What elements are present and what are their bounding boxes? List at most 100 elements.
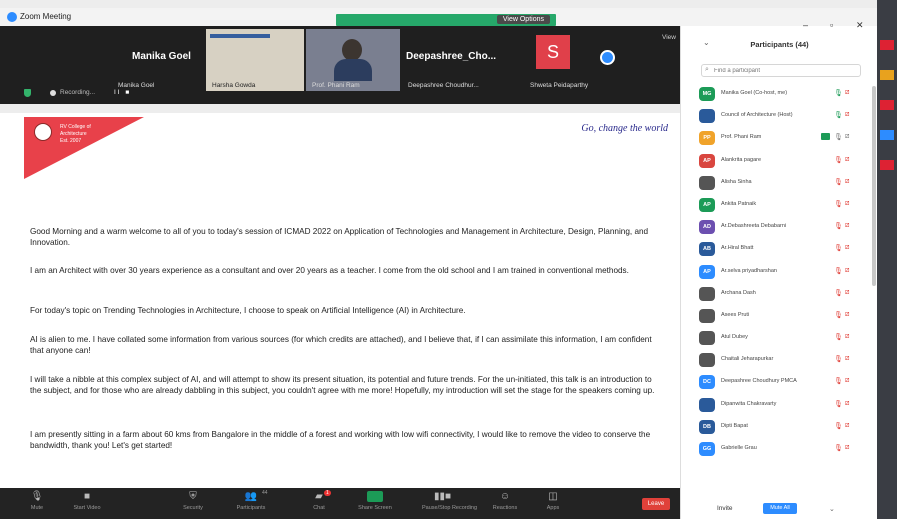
video-tile[interactable]: Deepashree_Cho... Deepashree Choudhur...	[402, 29, 522, 91]
sharing-bar: View Options	[336, 14, 556, 26]
muted-mic-icon: 🎙	[834, 400, 843, 408]
mute-all-button[interactable]: Mute All	[763, 503, 797, 514]
avatar	[699, 308, 715, 323]
video-off-icon: ⧄	[845, 399, 850, 407]
participant-row[interactable]: AP Ankita Patnaik 🎙 ⧄	[695, 195, 863, 217]
participant-name: Dipanwita Chakravarty	[721, 400, 777, 407]
avatar: GG	[699, 442, 715, 456]
more-options-chevron-icon[interactable]: ⌄	[829, 505, 835, 513]
participant-video-body	[334, 59, 372, 81]
video-off-icon: ⧄	[845, 155, 850, 163]
participant-search[interactable]: ⌕	[701, 64, 861, 77]
minimize-icon[interactable]: –	[803, 20, 808, 30]
participant-row[interactable]: Atul Dubey 🎙 ⧄	[695, 328, 863, 350]
share-screen-button[interactable]: Share Screen	[356, 491, 394, 511]
participant-row[interactable]: AB Ar.Hiral Bhatt 🎙 ⧄	[695, 239, 863, 261]
recording-controls[interactable]: II ■	[114, 89, 131, 96]
mute-button[interactable]: 🎙 Mute	[18, 491, 56, 511]
leave-button[interactable]: Leave	[642, 498, 670, 510]
participant-name: Dipti Bapat	[721, 422, 748, 429]
pause-stop-icon: ▮▮■	[434, 491, 452, 502]
muted-mic-icon: 🎙	[834, 356, 843, 364]
pause-recording-button[interactable]: ▮▮■ Pause/Stop Recording	[422, 491, 477, 511]
slide-paragraph: Good Morning and a warm welcome to all o…	[30, 227, 649, 247]
participant-row[interactable]: GG Gabrielle Grau 🎙 ⧄	[695, 439, 863, 461]
participant-row[interactable]: Council of Architecture (Host) 🎙 ⧄	[695, 106, 863, 128]
participant-row[interactable]: DB Dipti Bapat 🎙 ⧄	[695, 417, 863, 439]
taskbar-app-icon[interactable]	[880, 130, 894, 140]
participants-list: MG Manika Goel (Co-host, me) 🎙 ⧄ Council of …	[695, 84, 863, 461]
taskbar-app-icon[interactable]	[880, 40, 894, 50]
muted-mic-icon: 🎙	[834, 445, 843, 452]
participant-row[interactable]: AD Ar.Debashreeta Debabarni 🎙 ⧄	[695, 217, 863, 239]
invite-button[interactable]: Invite	[717, 505, 733, 512]
participant-row[interactable]: Asees Pruti 🎙 ⧄	[695, 306, 863, 328]
avatar: AD	[699, 220, 715, 235]
video-tile[interactable]: Harsha Gowda	[206, 29, 304, 91]
video-tile[interactable]: Prof. Phani Ram	[306, 29, 400, 91]
muted-mic-icon: 🎙	[834, 267, 843, 275]
recording-indicator: Recording... II ■	[0, 86, 160, 100]
shield-icon[interactable]	[24, 89, 31, 97]
video-off-icon: ⧄	[845, 177, 850, 185]
start-video-button[interactable]: ■ Start Video	[68, 491, 106, 511]
muted-mic-icon: 🎙	[834, 90, 843, 97]
avatar	[699, 175, 715, 190]
search-icon: ⌕	[705, 66, 709, 73]
reactions-button[interactable]: ☺ Reactions	[486, 491, 524, 511]
muted-mic-icon: 🎙	[834, 178, 843, 186]
apps-icon: ◫	[548, 491, 558, 502]
participant-row[interactable]: Dipanwita Chakravarty 🎙 ⧄	[695, 395, 863, 417]
video-off-icon: ⧄	[845, 355, 850, 363]
video-off-icon: ⧄	[845, 421, 850, 429]
video-off-icon: ⧄	[845, 244, 850, 252]
participant-name: Alankrita pagare	[721, 156, 762, 163]
participant-row[interactable]: DC Deepashree Choudhury PMCA 🎙 ⧄	[695, 372, 863, 394]
muted-mic-icon: 🎙	[834, 112, 843, 120]
participants-button[interactable]: 👥 44 Participants	[232, 490, 270, 511]
muted-mic-icon: 🎙	[834, 223, 843, 231]
next-page-icon[interactable]	[600, 50, 615, 65]
apps-button[interactable]: ◫ Apps	[534, 491, 572, 511]
video-off-icon: ⧄	[845, 333, 850, 341]
participants-scrollbar[interactable]	[872, 86, 876, 286]
taskbar-app-icon[interactable]	[880, 70, 894, 80]
video-tile[interactable]: S Shweta Peidaparthy	[524, 29, 596, 91]
participant-row[interactable]: Alisha Sinha 🎙 ⧄	[695, 173, 863, 195]
close-icon[interactable]: ✕	[856, 20, 864, 31]
video-off-icon: ⧄	[845, 89, 850, 96]
participant-name: Ar.Debashreeta Debabarni	[721, 223, 787, 230]
muted-mic-icon: 🎙	[834, 156, 843, 164]
share-screen-icon	[367, 491, 383, 502]
video-off-icon: ⧄	[845, 199, 850, 207]
participant-name: Shweta Peidaparthy	[530, 82, 589, 89]
recording-dot-icon	[50, 90, 56, 96]
maximize-icon[interactable]: ▫	[830, 20, 833, 30]
avatar: PP	[699, 131, 715, 146]
muted-mic-icon: 🎙	[834, 378, 843, 386]
participant-row[interactable]: AP Ar.selva priyadharshan 🎙 ⧄	[695, 262, 863, 284]
view-options-button[interactable]: View Options	[496, 15, 550, 24]
taskbar-app-icon[interactable]	[880, 160, 894, 170]
slide-paragraph: For today's topic on Trending Technologi…	[30, 306, 466, 315]
chat-button[interactable]: ▰ 1 Chat	[300, 490, 338, 511]
participant-name: Harsha Gowda	[212, 82, 256, 89]
participant-name: Gabrielle Grau	[721, 445, 757, 451]
search-input[interactable]	[714, 66, 854, 75]
participant-row[interactable]: PP Prof. Phani Ram 🎙 ⧄	[695, 128, 863, 150]
view-button[interactable]: View	[662, 34, 676, 41]
security-button[interactable]: ⛨ Security	[174, 491, 212, 511]
avatar: DB	[699, 419, 715, 434]
participant-row[interactable]: Archana Dash 🎙 ⧄	[695, 284, 863, 306]
taskbar-app-icon[interactable]	[880, 100, 894, 110]
muted-mic-icon: 🎙	[834, 289, 843, 297]
participant-row[interactable]: Chaitali Jeharapurkar 🎙 ⧄	[695, 350, 863, 372]
video-tile[interactable]: Manika Goel Manika Goel	[40, 29, 202, 91]
participant-name: Deepashree Choudhur...	[408, 82, 479, 89]
muted-mic-icon: 🎙	[834, 334, 843, 342]
participant-row[interactable]: MG Manika Goel (Co-host, me) 🎙 ⧄	[695, 84, 863, 106]
avatar	[699, 353, 715, 368]
participant-name: Atul Dubey	[721, 334, 748, 341]
microphone-icon: 🎙	[30, 491, 44, 502]
participant-row[interactable]: AP Alankrita pagare 🎙 ⧄	[695, 151, 863, 173]
